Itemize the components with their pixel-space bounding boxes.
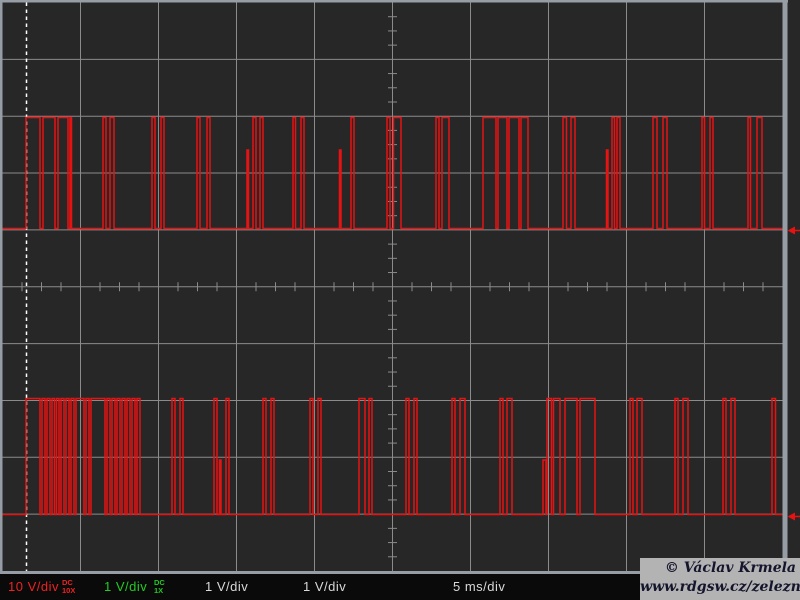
watermark-url: www.rdgsw.cz/zeleznice: [640, 579, 800, 595]
ch1-probe-factor: 10X: [62, 586, 76, 595]
watermark: © Václav Krmela www.rdgsw.cz/zeleznice: [640, 558, 800, 600]
plot-border-right: [782, 0, 788, 571]
plot-border-left: [0, 0, 3, 571]
watermark-author: © Václav Krmela: [664, 560, 796, 576]
ch1-coupling-badge[interactable]: DC 10X: [62, 574, 75, 600]
ch3-scale-readout[interactable]: 1 V/div: [205, 574, 248, 600]
ch1-scale-readout[interactable]: 10 V/div: [8, 574, 59, 600]
waveform-plot: [0, 0, 800, 575]
oscilloscope-screen: 10 V/div DC 10X 1 V/div DC 1X 1 V/div 1 …: [0, 0, 800, 600]
ch2-probe-factor: 1X: [154, 586, 164, 595]
timebase-readout[interactable]: 5 ms/div: [453, 574, 505, 600]
ch2-coupling-badge[interactable]: DC 1X: [154, 574, 165, 600]
ch2-scale-readout[interactable]: 1 V/div: [104, 574, 147, 600]
ch4-scale-readout[interactable]: 1 V/div: [303, 574, 346, 600]
plot-border-top: [0, 0, 788, 3]
